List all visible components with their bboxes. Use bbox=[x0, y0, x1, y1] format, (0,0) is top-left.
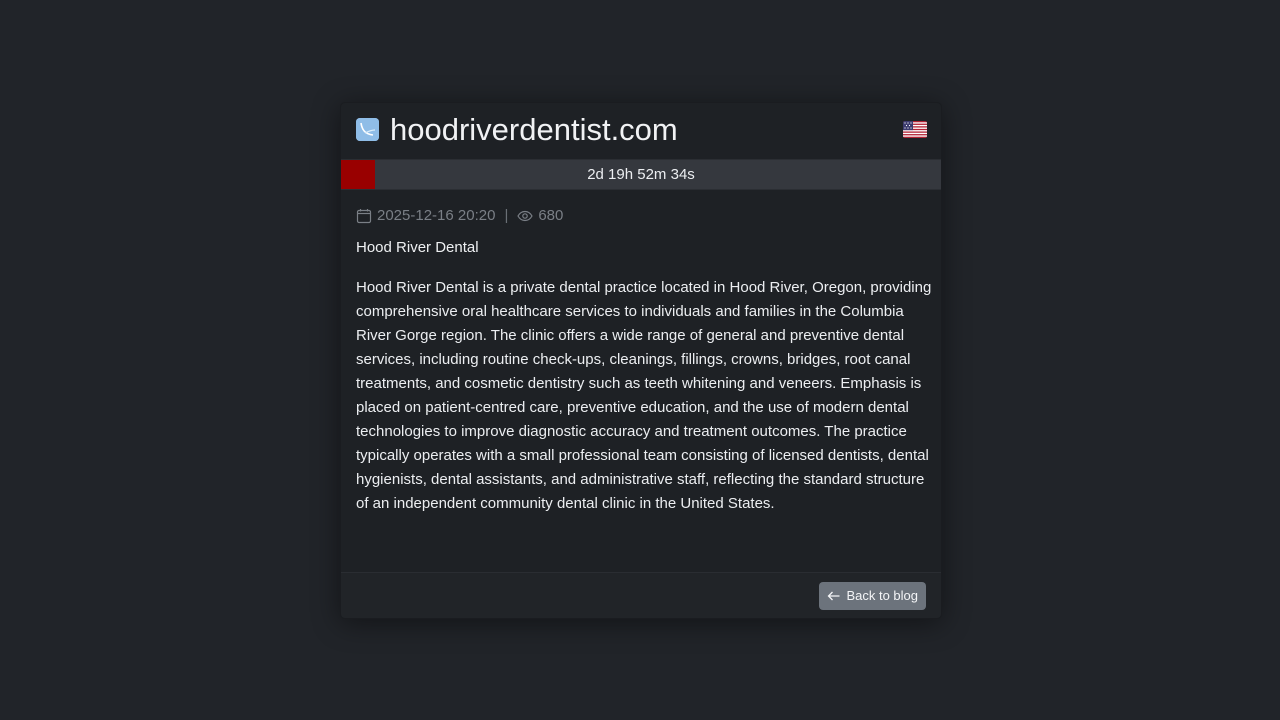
card-footer: Back to blog bbox=[341, 572, 941, 618]
meta-separator: | bbox=[504, 207, 509, 224]
domain-card: hoodriverdentist.com 2d 19h 52m 34s 2025… bbox=[340, 102, 942, 619]
domain-title: hoodriverdentist.com bbox=[390, 112, 678, 147]
dental-clinic-favicon-icon bbox=[356, 118, 379, 141]
post-body: Hood River Dental is a private dental pr… bbox=[356, 279, 932, 512]
back-to-blog-label: Back to blog bbox=[846, 588, 918, 603]
post-date: 2025-12-16 20:20 bbox=[377, 207, 496, 224]
calendar-icon bbox=[356, 208, 372, 224]
post-title: Hood River Dental bbox=[356, 239, 479, 256]
arrow-left-icon bbox=[827, 590, 841, 602]
card-header: hoodriverdentist.com bbox=[341, 103, 941, 159]
eye-icon bbox=[517, 208, 534, 224]
view-count: 680 bbox=[538, 207, 564, 224]
countdown-progress-bar: 2d 19h 52m 34s bbox=[341, 159, 941, 190]
countdown-text: 2d 19h 52m 34s bbox=[587, 166, 695, 183]
post-meta: 2025-12-16 20:20 | 680 bbox=[356, 206, 563, 226]
back-to-blog-button[interactable]: Back to blog bbox=[819, 582, 926, 610]
us-flag-icon bbox=[903, 121, 927, 138]
